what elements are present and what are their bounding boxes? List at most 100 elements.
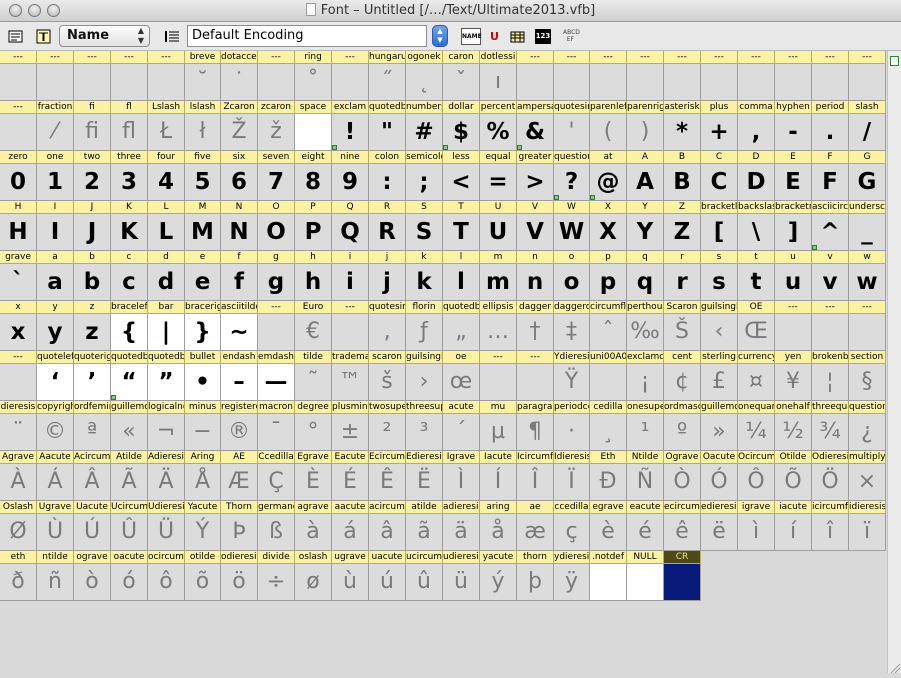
glyph-cell[interactable]: :	[369, 164, 406, 201]
glyph-cell[interactable]: Õ	[775, 464, 812, 501]
index-mode-icon[interactable]: 123	[535, 29, 551, 44]
glyph-cell[interactable]: ®	[221, 414, 258, 451]
glyph-cell[interactable]: <	[443, 164, 480, 201]
glyph-cell[interactable]: y	[37, 314, 74, 351]
glyph-cell[interactable]: X	[590, 214, 627, 251]
glyph-cell[interactable]: Ö	[812, 464, 849, 501]
glyph-cell[interactable]: ¢	[664, 364, 701, 401]
glyph-cell[interactable]	[258, 314, 295, 351]
glyph-cell[interactable]: ¡	[627, 364, 664, 401]
glyph-cell[interactable]: ł	[185, 114, 221, 151]
glyph-cell[interactable]: ˝	[369, 64, 406, 101]
glyph-cell[interactable]: e	[185, 264, 221, 301]
glyph-cell[interactable]: f	[221, 264, 258, 301]
glyph-cell[interactable]: «	[111, 414, 148, 451]
glyph-cell[interactable]: Ž	[221, 114, 258, 151]
glyph-cell[interactable]: —	[258, 364, 295, 401]
glyph-cell[interactable]: *	[664, 114, 701, 151]
glyph-cell[interactable]: o	[554, 264, 590, 301]
name-mode-select[interactable]: Name ▲ ▼	[59, 25, 150, 47]
glyph-cell[interactable]: Á	[37, 464, 74, 501]
glyph-cell[interactable]: •	[185, 364, 221, 401]
glyph-cell[interactable]: j	[369, 264, 406, 301]
glyph-cell[interactable]: p	[590, 264, 627, 301]
glyph-cell[interactable]: Ł	[148, 114, 185, 151]
glyph-cell[interactable]: ½	[775, 414, 812, 451]
glyph-cell[interactable]: ¼	[738, 414, 775, 451]
glyph-cell[interactable]: {	[111, 314, 148, 351]
glyph-cell[interactable]	[517, 364, 554, 401]
glyph-cell[interactable]	[258, 64, 295, 101]
glyph-cell[interactable]: Ë	[406, 464, 443, 501]
glyph-cell[interactable]: K	[111, 214, 148, 251]
glyph-cell[interactable]	[627, 64, 664, 101]
glyph-cell[interactable]: û	[406, 564, 443, 601]
glyph-cell[interactable]: H	[0, 214, 37, 251]
glyph-cell[interactable]: Í	[480, 464, 517, 501]
glyph-cell[interactable]: 3	[111, 164, 148, 201]
glyph-cell[interactable]	[849, 314, 886, 351]
glyph-cell[interactable]: Ç	[258, 464, 295, 501]
glyph-cell[interactable]: W	[554, 214, 590, 251]
glyph-cell[interactable]: !	[332, 114, 369, 151]
glyph-cell[interactable]: 1	[37, 164, 74, 201]
glyph-cell[interactable]: C	[701, 164, 738, 201]
glyph-cell[interactable]	[0, 364, 37, 401]
glyph-cell[interactable]: b	[74, 264, 111, 301]
glyph-cell[interactable]: d	[148, 264, 185, 301]
glyph-cell[interactable]: /	[849, 114, 886, 151]
glyph-cell[interactable]: Å	[185, 464, 221, 501]
glyph-cell[interactable]: ë	[701, 514, 738, 551]
glyph-cell[interactable]: ß	[258, 514, 295, 551]
glyph-cell[interactable]: z	[74, 314, 111, 351]
glyph-cell[interactable]	[849, 64, 886, 101]
glyph-cell[interactable]: ñ	[37, 564, 74, 601]
glyph-cell[interactable]: ˙	[221, 64, 258, 101]
glyph-cell[interactable]: '	[554, 114, 590, 151]
glyph-cell[interactable]: 2	[74, 164, 111, 201]
glyph-cell[interactable]: ™	[332, 364, 369, 401]
glyph-cell[interactable]: ˜	[295, 364, 332, 401]
glyph-cell[interactable]	[664, 64, 701, 101]
glyph-cell[interactable]	[332, 64, 369, 101]
glyph-cell[interactable]: ˆ	[590, 314, 627, 351]
glyph-cell[interactable]: ×	[849, 464, 886, 501]
glyph-cell[interactable]	[517, 64, 554, 101]
glyph-cell[interactable]	[295, 114, 332, 151]
glyph-cell[interactable]: ﬂ	[111, 114, 148, 151]
glyph-cell[interactable]: “	[111, 364, 148, 401]
glyph-cell[interactable]: +	[701, 114, 738, 151]
glyph-cell[interactable]: ²	[369, 414, 406, 451]
glyph-cell[interactable]: º	[664, 414, 701, 451]
glyph-cell[interactable]: $	[443, 114, 480, 151]
glyph-cell[interactable]: V	[517, 214, 554, 251]
glyph-cell[interactable]: %	[480, 114, 517, 151]
glyph-cell[interactable]: g	[258, 264, 295, 301]
glyph-cell[interactable]: Ñ	[627, 464, 664, 501]
glyph-cell[interactable]: í	[775, 514, 812, 551]
glyph-cell[interactable]: ;	[406, 164, 443, 201]
glyph-cell[interactable]: r	[664, 264, 701, 301]
glyph-cell[interactable]: ¥	[775, 364, 812, 401]
glyph-cell[interactable]: ˇ	[443, 64, 480, 101]
glyph-cell[interactable]: h	[295, 264, 332, 301]
glyph-cell[interactable]: S	[406, 214, 443, 251]
glyph-cell[interactable]: ‡	[554, 314, 590, 351]
glyph-cell[interactable]: L	[148, 214, 185, 251]
glyph-cell[interactable]: ä	[443, 514, 480, 551]
glyph-cell[interactable]: Y	[627, 214, 664, 251]
glyph-cell[interactable]: 7	[258, 164, 295, 201]
glyph-cell[interactable]: l	[443, 264, 480, 301]
glyph-cell[interactable]: ‚	[369, 314, 406, 351]
glyph-cell[interactable]: P	[295, 214, 332, 251]
sample-text-icon[interactable]: ABCD EF	[563, 29, 580, 44]
glyph-cell[interactable]	[111, 64, 148, 101]
glyph-cell[interactable]	[590, 64, 627, 101]
glyph-cell[interactable]	[332, 314, 369, 351]
glyph-cell[interactable]: F	[812, 164, 849, 201]
glyph-cell[interactable]	[664, 564, 701, 601]
glyph-cell[interactable]: –	[221, 364, 258, 401]
glyph-cell[interactable]	[148, 64, 185, 101]
glyph-cell[interactable]: š	[369, 364, 406, 401]
glyph-cell[interactable]: Ù	[37, 514, 74, 551]
